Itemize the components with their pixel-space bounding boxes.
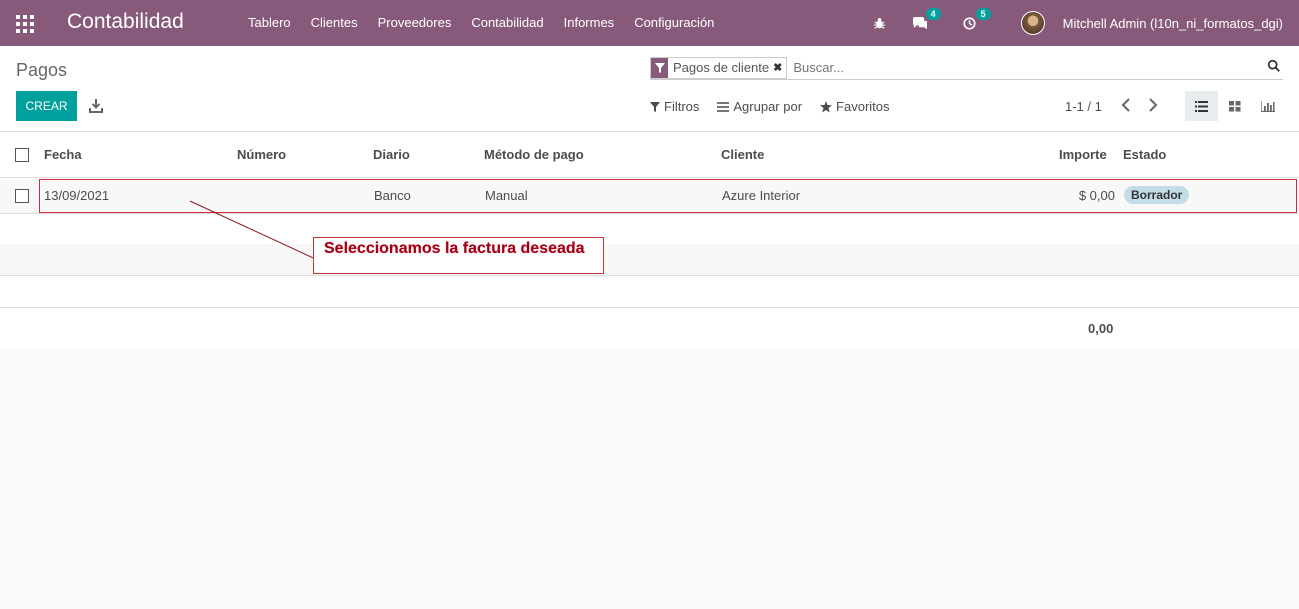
- kanban-view-icon[interactable]: [1218, 91, 1251, 121]
- group-by-label: Agrupar por: [733, 99, 803, 114]
- filter-icon: [650, 101, 660, 112]
- search-options: Filtros Agrupar por Favoritos: [650, 99, 890, 114]
- main-menu: Tablero Clientes Proveedores Contabilida…: [248, 15, 714, 30]
- filters-label: Filtros: [664, 99, 700, 114]
- select-all-checkbox[interactable]: [15, 148, 29, 162]
- total-amount: 0,00: [1088, 321, 1114, 336]
- row-checkbox[interactable]: [15, 189, 29, 203]
- search-bar: Pagos de cliente ✖: [650, 56, 1283, 80]
- user-menu[interactable]: Mitchell Admin (l10n_ni_formatos_dgi): [1063, 16, 1283, 31]
- app-brand[interactable]: Contabilidad: [67, 10, 184, 34]
- empty-row: [0, 244, 1299, 276]
- cell-metodo: Manual: [485, 188, 528, 203]
- messages-icon[interactable]: 4: [911, 8, 941, 32]
- bars-icon: [717, 101, 730, 112]
- group-by-toggle[interactable]: Agrupar por: [717, 99, 802, 114]
- filters-toggle[interactable]: Filtros: [650, 99, 699, 114]
- menu-item-configuracion[interactable]: Configuración: [634, 15, 714, 30]
- search-facet: Pagos de cliente ✖: [650, 56, 788, 79]
- activities-clock-icon[interactable]: 5: [961, 8, 991, 32]
- facet-remove-icon[interactable]: ✖: [773, 61, 786, 74]
- table-header: Fecha Número Diario Método de pago Clien…: [0, 132, 1299, 178]
- favorites-label: Favoritos: [836, 99, 890, 114]
- activities-count-badge: 5: [975, 8, 991, 20]
- menu-item-clientes[interactable]: Clientes: [311, 15, 358, 30]
- favorites-toggle[interactable]: Favoritos: [820, 99, 890, 114]
- cell-importe: $ 0,00: [1078, 188, 1115, 203]
- table-row[interactable]: 13/09/2021 Banco Manual Azure Interior $…: [0, 180, 1299, 214]
- column-header-fecha[interactable]: Fecha: [44, 147, 82, 162]
- menu-item-contabilidad[interactable]: Contabilidad: [471, 15, 543, 30]
- menu-item-proveedores[interactable]: Proveedores: [378, 15, 452, 30]
- messages-count-badge: 4: [925, 8, 941, 20]
- facet-label: Pagos de cliente: [673, 60, 770, 75]
- page-title: Pagos: [16, 60, 68, 80]
- bug-icon[interactable]: [871, 14, 889, 32]
- column-header-importe[interactable]: Importe: [1059, 147, 1107, 162]
- filter-icon: [651, 57, 668, 78]
- top-navbar: Contabilidad Tablero Clientes Proveedore…: [0, 0, 1299, 46]
- search-input[interactable]: [793, 60, 1254, 75]
- list-view-icon[interactable]: [1185, 91, 1218, 121]
- cell-fecha: 13/09/2021: [44, 188, 110, 203]
- annotation-callout: Seleccionamos la factura deseada: [313, 237, 604, 274]
- cell-diario: Banco: [374, 188, 411, 203]
- chevron-right-icon[interactable]: [1148, 98, 1162, 114]
- menu-item-tablero[interactable]: Tablero: [248, 15, 291, 30]
- star-icon: [820, 100, 833, 112]
- column-header-cliente[interactable]: Cliente: [721, 147, 764, 162]
- column-header-numero[interactable]: Número: [237, 147, 286, 162]
- column-header-diario[interactable]: Diario: [373, 147, 410, 162]
- chevron-left-icon[interactable]: [1121, 98, 1135, 114]
- view-switcher: [1185, 91, 1284, 121]
- create-button[interactable]: CREAR: [16, 91, 77, 121]
- list-view: Fecha Número Diario Método de pago Clien…: [0, 132, 1299, 349]
- download-icon[interactable]: [88, 98, 104, 114]
- empty-row: [0, 214, 1299, 246]
- graph-view-icon[interactable]: [1251, 91, 1284, 121]
- navbar-systray: 4 5 Mitchell Admin (l10n_ni_formatos_dgi…: [871, 0, 1283, 46]
- menu-item-informes[interactable]: Informes: [564, 15, 615, 30]
- pager-value[interactable]: 1-1 / 1: [1065, 99, 1102, 114]
- empty-row: [0, 276, 1299, 308]
- user-avatar[interactable]: [1020, 11, 1045, 35]
- annotation-text: Seleccionamos la factura deseada: [324, 240, 585, 257]
- status-badge: Borrador: [1124, 186, 1190, 204]
- column-header-metodo[interactable]: Método de pago: [484, 147, 584, 162]
- cell-cliente: Azure Interior: [722, 188, 801, 203]
- column-header-estado[interactable]: Estado: [1123, 147, 1166, 162]
- control-panel: Pagos Pagos de cliente ✖ CREAR Filtros A…: [0, 46, 1299, 132]
- search-icon[interactable]: [1267, 59, 1281, 73]
- apps-menu-icon[interactable]: [16, 15, 34, 33]
